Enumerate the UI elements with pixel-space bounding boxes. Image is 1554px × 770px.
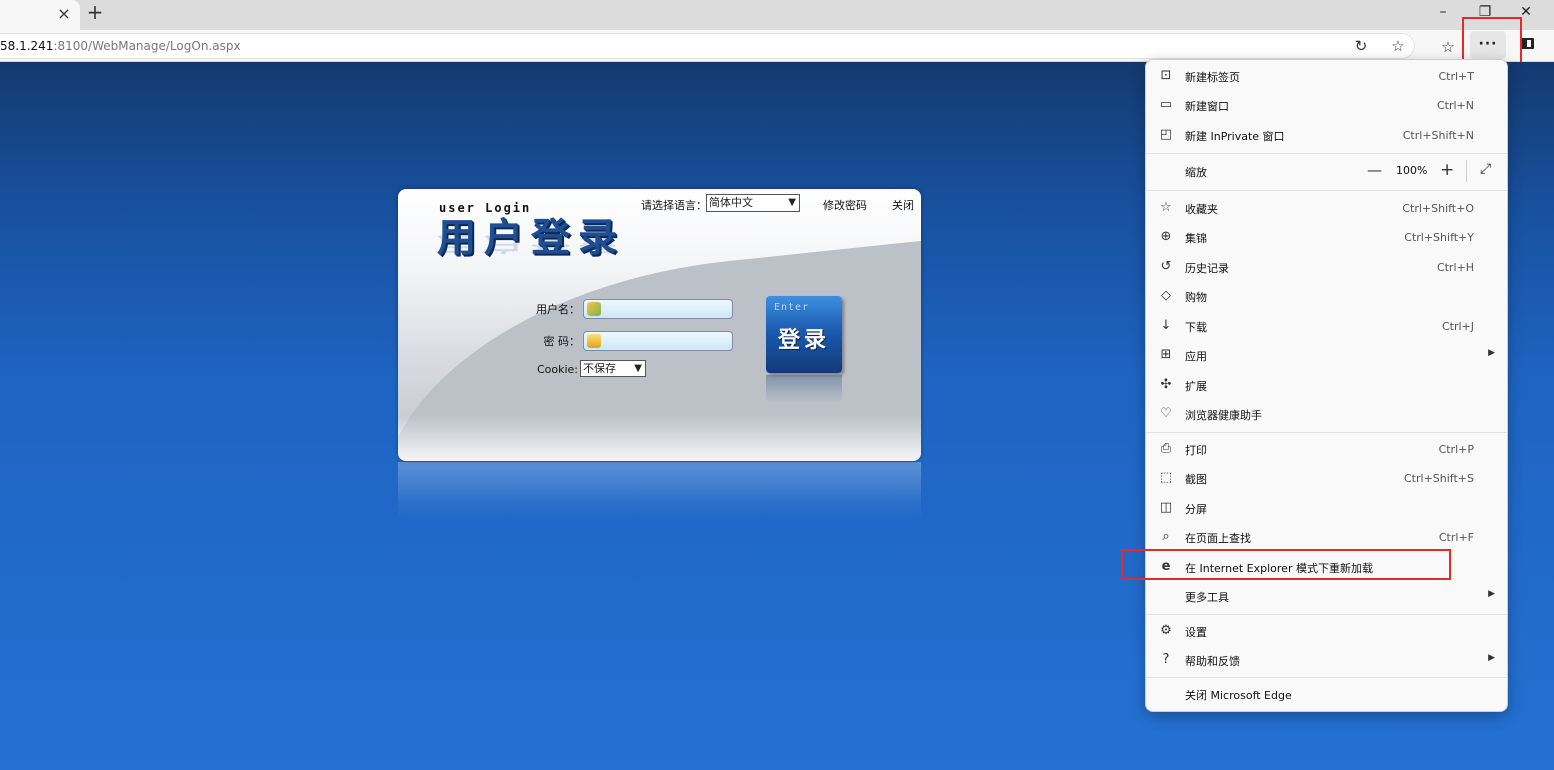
- chevron-down-icon: ▼: [788, 197, 796, 208]
- user-icon: [587, 302, 601, 316]
- address-bar: 58.1.241:8100/WebManage/LogOn.aspx ↻ ☆ ☆: [0, 30, 1554, 62]
- language-select[interactable]: 简体中文 ▼: [706, 194, 800, 212]
- username-label: 用户名：: [536, 303, 580, 316]
- settings-gear-icon: ⚙: [1160, 623, 1172, 638]
- help-icon: ?: [1162, 652, 1170, 667]
- menu-item-downloads[interactable]: ↓ 下载 Ctrl+J: [1146, 312, 1507, 341]
- login-reflection: [398, 462, 921, 522]
- menu-item-close-edge[interactable]: 关闭 Microsoft Edge: [1146, 680, 1507, 709]
- zoom-level: 100%: [1396, 164, 1428, 177]
- favorites-icon: ☆: [1160, 200, 1172, 215]
- menu-item-inprivate[interactable]: ◰ 新建 InPrivate 窗口 Ctrl+Shift+N: [1146, 121, 1507, 150]
- url-input[interactable]: 58.1.241:8100/WebManage/LogOn.aspx ↻ ☆: [0, 33, 1415, 59]
- menu-item-split-screen[interactable]: ◫ 分屏: [1146, 494, 1507, 523]
- new-tab-icon: ⊡: [1160, 68, 1172, 83]
- tab-strip: × + – ❐ ✕: [0, 0, 1554, 30]
- fullscreen-icon[interactable]: ⤢: [1480, 161, 1491, 177]
- login-panel: user Login 用户登录 用户登录 请选择语言： 简体中文 ▼ 修改密码 …: [398, 189, 921, 461]
- highlight-more-button: [1462, 17, 1522, 65]
- sidebar-icon[interactable]: [1520, 38, 1534, 49]
- url-path: :8100/WebManage/LogOn.aspx: [53, 39, 241, 53]
- menu-item-extensions[interactable]: ✣ 扩展: [1146, 371, 1507, 400]
- new-tab-button[interactable]: +: [84, 2, 106, 24]
- menu-item-browser-health[interactable]: ♡ 浏览器健康助手: [1146, 400, 1507, 429]
- menu-item-screenshot[interactable]: ⬚ 截图 Ctrl+Shift+S: [1146, 464, 1507, 493]
- new-window-icon: ▭: [1159, 97, 1173, 112]
- menu-item-shopping[interactable]: ◇ 购物: [1146, 282, 1507, 311]
- favorite-star-icon[interactable]: ☆: [1387, 35, 1409, 57]
- menu-item-new-tab[interactable]: ⊡ 新建标签页 Ctrl+T: [1146, 62, 1507, 91]
- cookie-select[interactable]: 不保存 ▼: [580, 360, 646, 377]
- login-button-cn: 登录: [778, 328, 831, 353]
- split-screen-icon: ◫: [1159, 500, 1173, 515]
- menu-item-zoom: 缩放 — 100% + ⤢: [1185, 160, 1492, 182]
- change-password-link[interactable]: 修改密码: [823, 197, 867, 213]
- minimize-button[interactable]: –: [1423, 0, 1463, 26]
- password-input[interactable]: [583, 331, 733, 351]
- screenshot-icon: ⬚: [1159, 470, 1173, 485]
- submenu-arrow-icon: ▶: [1488, 589, 1495, 599]
- zoom-in-button[interactable]: +: [1440, 160, 1454, 180]
- edge-settings-menu: ⊡ 新建标签页 Ctrl+T ▭ 新建窗口 Ctrl+N ◰ 新建 InPriv…: [1145, 59, 1508, 712]
- login-button-en: Enter: [774, 302, 810, 313]
- url-host: 58.1.241: [0, 39, 54, 53]
- language-label: 请选择语言：: [641, 199, 707, 212]
- chevron-down-icon: ▼: [634, 363, 642, 374]
- menu-item-find[interactable]: ⌕ 在页面上查找 Ctrl+F: [1146, 523, 1507, 552]
- menu-item-settings[interactable]: ⚙ 设置: [1146, 617, 1507, 646]
- menu-item-history[interactable]: ↺ 历史记录 Ctrl+H: [1146, 253, 1507, 282]
- menu-item-new-window[interactable]: ▭ 新建窗口 Ctrl+N: [1146, 91, 1507, 120]
- menu-item-favorites[interactable]: ☆ 收藏夹 Ctrl+Shift+O: [1146, 194, 1507, 223]
- inprivate-icon: ◰: [1159, 127, 1173, 142]
- login-button[interactable]: Enter 登录: [766, 296, 842, 373]
- collections-icon: ⊕: [1160, 229, 1172, 244]
- download-icon: ↓: [1160, 318, 1172, 333]
- highlight-ie-mode: [1121, 549, 1451, 580]
- username-input[interactable]: [583, 299, 733, 319]
- zoom-out-button[interactable]: —: [1367, 161, 1382, 179]
- apps-icon: ⊞: [1160, 347, 1172, 362]
- login-title-en: user Login: [439, 201, 532, 215]
- cookie-label: Cookie:: [536, 363, 578, 376]
- find-on-page-icon: ⌕: [1162, 529, 1170, 544]
- tab-close-icon[interactable]: ×: [54, 4, 74, 24]
- print-icon: ⎙: [1160, 441, 1172, 456]
- active-tab[interactable]: ×: [0, 0, 80, 30]
- menu-item-apps[interactable]: ⊞ 应用 ▶: [1146, 341, 1507, 370]
- history-icon: ↺: [1160, 259, 1172, 274]
- submenu-arrow-icon: ▶: [1488, 348, 1495, 358]
- extensions-icon: ✣: [1160, 377, 1172, 392]
- menu-item-print[interactable]: ⎙ 打印 Ctrl+P: [1146, 435, 1507, 464]
- menu-item-help[interactable]: ? 帮助和反馈 ▶: [1146, 646, 1507, 675]
- refresh-icon[interactable]: ↻: [1350, 35, 1372, 57]
- lock-icon: [587, 334, 601, 348]
- menu-item-more-tools[interactable]: 更多工具 ▶: [1146, 582, 1507, 611]
- close-link[interactable]: 关闭: [892, 197, 914, 213]
- password-label: 密 码：: [543, 335, 581, 348]
- login-title-reflection: 用户登录: [437, 232, 626, 256]
- menu-item-collections[interactable]: ⊕ 集锦 Ctrl+Shift+Y: [1146, 223, 1507, 252]
- submenu-arrow-icon: ▶: [1488, 653, 1495, 663]
- browser-health-icon: ♡: [1160, 406, 1172, 421]
- favorites-icon[interactable]: ☆: [1437, 36, 1459, 58]
- shopping-tag-icon: ◇: [1161, 288, 1171, 303]
